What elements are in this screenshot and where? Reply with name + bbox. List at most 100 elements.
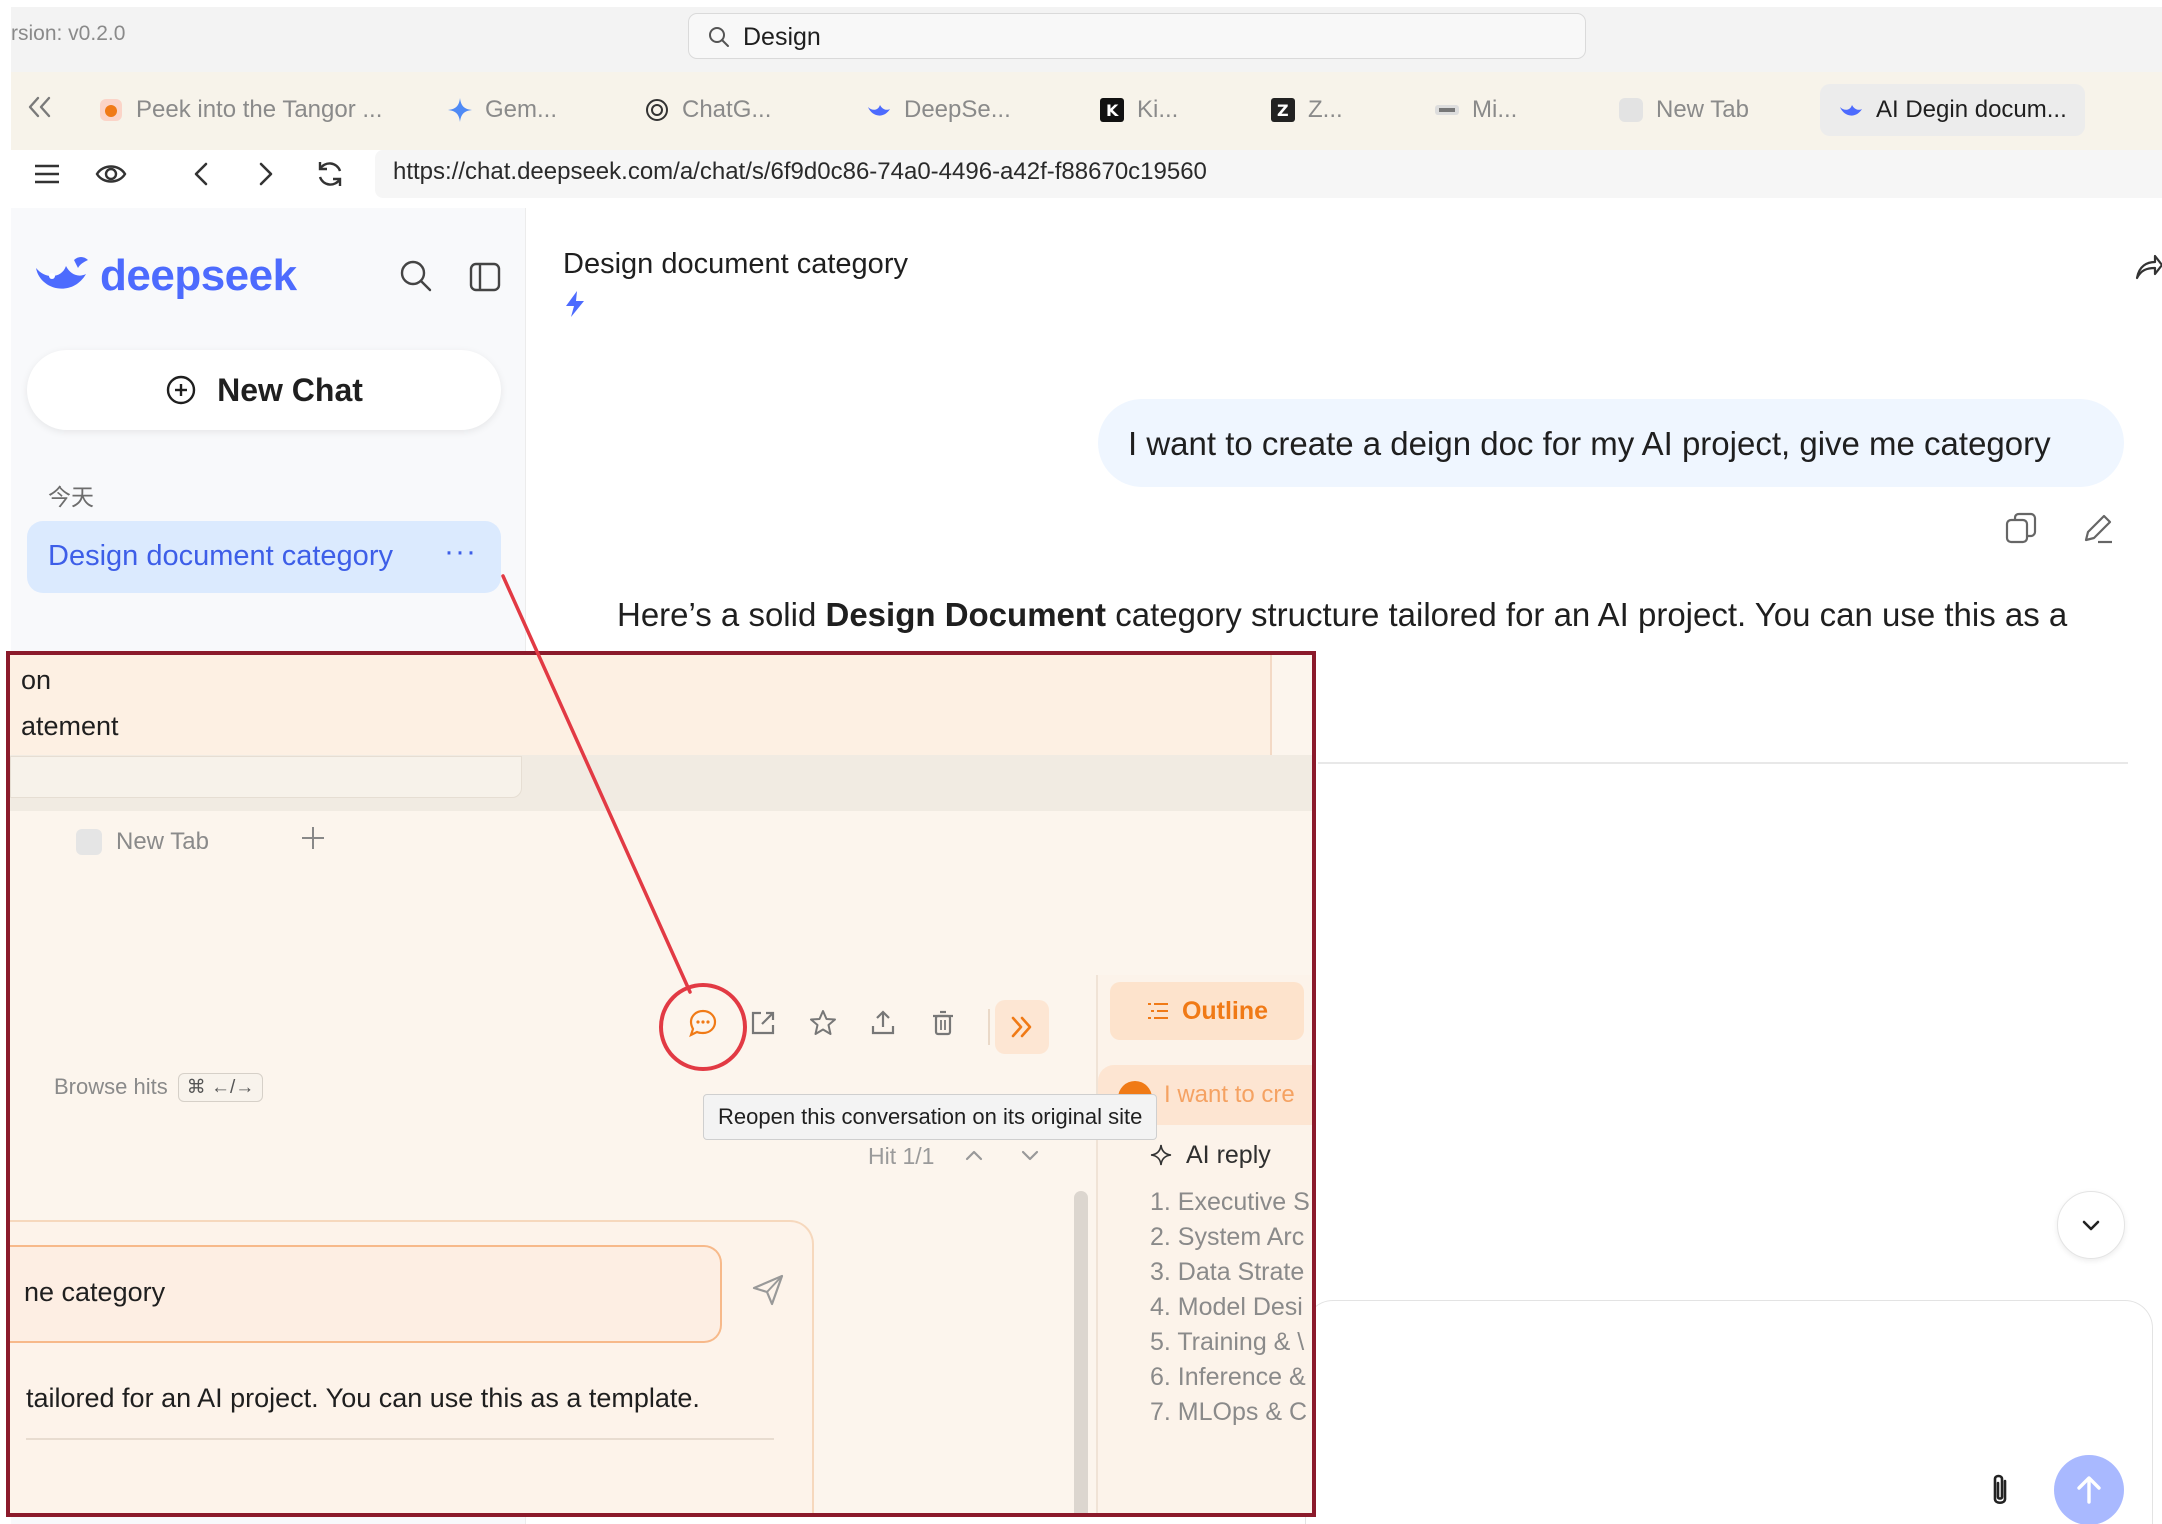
blank-favicon-icon xyxy=(1618,97,1644,123)
deepseek-logo[interactable]: deepseek xyxy=(34,251,297,300)
sidebar-toggle-icon[interactable] xyxy=(468,260,502,294)
arrow-up-icon xyxy=(2077,1476,2101,1504)
export-button[interactable] xyxy=(865,1005,901,1041)
send-button[interactable] xyxy=(2054,1455,2124,1524)
tab-minimax[interactable]: Mi... xyxy=(1434,84,1517,136)
svg-text:K: K xyxy=(1106,101,1119,120)
previous-hit-icon[interactable] xyxy=(960,1141,988,1169)
star-icon xyxy=(810,1010,836,1035)
deepseek-favicon-icon xyxy=(1838,97,1864,123)
minimax-favicon-icon xyxy=(1434,97,1460,123)
new-chat-label: New Chat xyxy=(217,371,363,408)
message-input[interactable] xyxy=(1305,1300,2153,1524)
overlay-input-bar[interactable] xyxy=(10,756,522,798)
overlay-text-on: on xyxy=(21,665,52,695)
eye-icon[interactable] xyxy=(94,157,128,191)
delete-button[interactable] xyxy=(925,1005,961,1041)
outline-item[interactable]: 7. MLOps & C xyxy=(1150,1398,1307,1427)
user-message-text: I want to create a deign doc for my AI p… xyxy=(1128,425,2051,462)
overlay-text-atement: atement xyxy=(21,711,119,741)
tab-deepseek[interactable]: DeepSe... xyxy=(866,84,1011,136)
chevron-down-icon xyxy=(2082,1220,2100,1231)
zoomed-extension-panel: on atement New Tab Outline I want to cre… xyxy=(6,651,1316,1517)
browse-hits: Browse hits ⌘ ←/→ xyxy=(54,1069,264,1105)
svg-text:Z: Z xyxy=(1277,101,1289,120)
reload-icon[interactable] xyxy=(313,157,347,191)
chatgpt-favicon-icon xyxy=(644,97,670,123)
overlay-divider xyxy=(26,1438,774,1440)
upload-icon xyxy=(871,1010,895,1035)
tab-ai-design-doc[interactable]: AI Degin docum... xyxy=(1820,84,2085,136)
add-tab-icon[interactable] xyxy=(298,823,328,853)
search-input[interactable]: Design xyxy=(688,13,1586,59)
tab-new-tab[interactable]: New Tab xyxy=(1618,84,1749,136)
keyboard-shortcut: ⌘ ←/→ xyxy=(177,1072,264,1102)
highlight-circle xyxy=(659,983,747,1071)
search-icon xyxy=(709,27,729,47)
scroll-to-bottom-button[interactable] xyxy=(2057,1191,2125,1259)
new-chat-button[interactable]: New Chat xyxy=(27,350,501,430)
bolt-icon xyxy=(566,291,584,317)
send-icon[interactable] xyxy=(750,1272,786,1308)
external-link-icon xyxy=(751,1011,775,1035)
blank-favicon-icon xyxy=(76,829,102,855)
copy-icon[interactable] xyxy=(2003,510,2039,546)
back-icon[interactable] xyxy=(185,157,219,191)
answer-bold-term: Design Document xyxy=(825,596,1107,633)
zhipu-favicon-icon: Z xyxy=(1270,97,1296,123)
trash-icon xyxy=(933,1010,953,1036)
hit-counter: Hit 1/1 xyxy=(868,1143,935,1169)
overlay-new-tab[interactable]: New Tab xyxy=(76,822,209,862)
collapse-tabs-icon[interactable] xyxy=(22,92,56,122)
outline-item[interactable]: 5. Training & \ xyxy=(1150,1328,1304,1357)
expand-panel-button[interactable] xyxy=(995,1000,1049,1054)
favorite-button[interactable] xyxy=(805,1005,841,1041)
sparkle-icon xyxy=(1150,1144,1172,1166)
overlay-message-field[interactable]: ne category xyxy=(10,1245,722,1343)
list-icon xyxy=(1147,1003,1168,1019)
assistant-answer: Here’s a solid Design Document category … xyxy=(617,596,2068,633)
tangor-favicon-icon xyxy=(98,97,124,123)
outline-button[interactable]: Outline xyxy=(1110,982,1304,1040)
tooltip: Reopen this conversation on its original… xyxy=(703,1094,1158,1140)
outline-item[interactable]: 1. Executive S xyxy=(1150,1188,1310,1217)
plus-circle-icon xyxy=(166,375,196,405)
next-hit-icon[interactable] xyxy=(1016,1141,1044,1169)
tab-tangor[interactable]: Peek into the Tangor ... xyxy=(98,84,382,136)
section-today-label: 今天 xyxy=(48,484,94,510)
gemini-favicon-icon xyxy=(447,97,473,123)
tab-zhipu[interactable]: Z Z... xyxy=(1270,84,1343,136)
sidebar-chat-item[interactable]: Design document category ··· xyxy=(27,521,501,593)
whale-logo-icon xyxy=(36,257,88,289)
menu-icon[interactable] xyxy=(30,157,64,191)
version-label: rsion: v0.2.0 xyxy=(11,22,126,45)
url-text: https://chat.deepseek.com/a/chat/s/6f9d0… xyxy=(393,158,1207,185)
overlay-top-block xyxy=(10,655,1272,755)
open-external-button[interactable] xyxy=(745,1005,781,1041)
outline-item[interactable]: 4. Model Desi xyxy=(1150,1293,1303,1322)
user-message-bubble: I want to create a deign doc for my AI p… xyxy=(1098,399,2124,487)
chat-title: Design document category xyxy=(563,248,908,280)
outline-ai-reply[interactable]: AI reply xyxy=(1150,1135,1271,1175)
share-icon[interactable] xyxy=(2133,250,2162,284)
logo-wordmark: deepseek xyxy=(100,251,297,300)
outline-item[interactable]: 2. System Arc xyxy=(1150,1223,1304,1252)
outline-item[interactable]: 6. Inference & xyxy=(1150,1363,1306,1392)
more-options-icon[interactable]: ··· xyxy=(444,535,477,569)
search-value: Design xyxy=(743,23,821,51)
toolbar-separator xyxy=(988,1009,990,1045)
deepseek-favicon-icon xyxy=(866,97,892,123)
overlay-answer-snippet: tailored for an AI project. You can use … xyxy=(26,1383,700,1413)
tab-gemini[interactable]: Gem... xyxy=(447,84,557,136)
outline-item[interactable]: 3. Data Strate xyxy=(1150,1258,1304,1287)
edit-icon[interactable] xyxy=(2080,510,2116,546)
answer-divider xyxy=(1318,762,2128,764)
sidebar-search-icon[interactable] xyxy=(398,258,434,294)
tab-kimi[interactable]: K Ki... xyxy=(1099,84,1178,136)
chat-item-label: Design document category xyxy=(48,540,393,572)
tab-chatgpt[interactable]: ChatG... xyxy=(644,84,771,136)
forward-icon[interactable] xyxy=(248,157,282,191)
double-chevron-right-icon xyxy=(1011,1016,1032,1038)
paperclip-icon[interactable] xyxy=(1983,1471,2017,1511)
scrollbar[interactable] xyxy=(1074,1191,1088,1513)
